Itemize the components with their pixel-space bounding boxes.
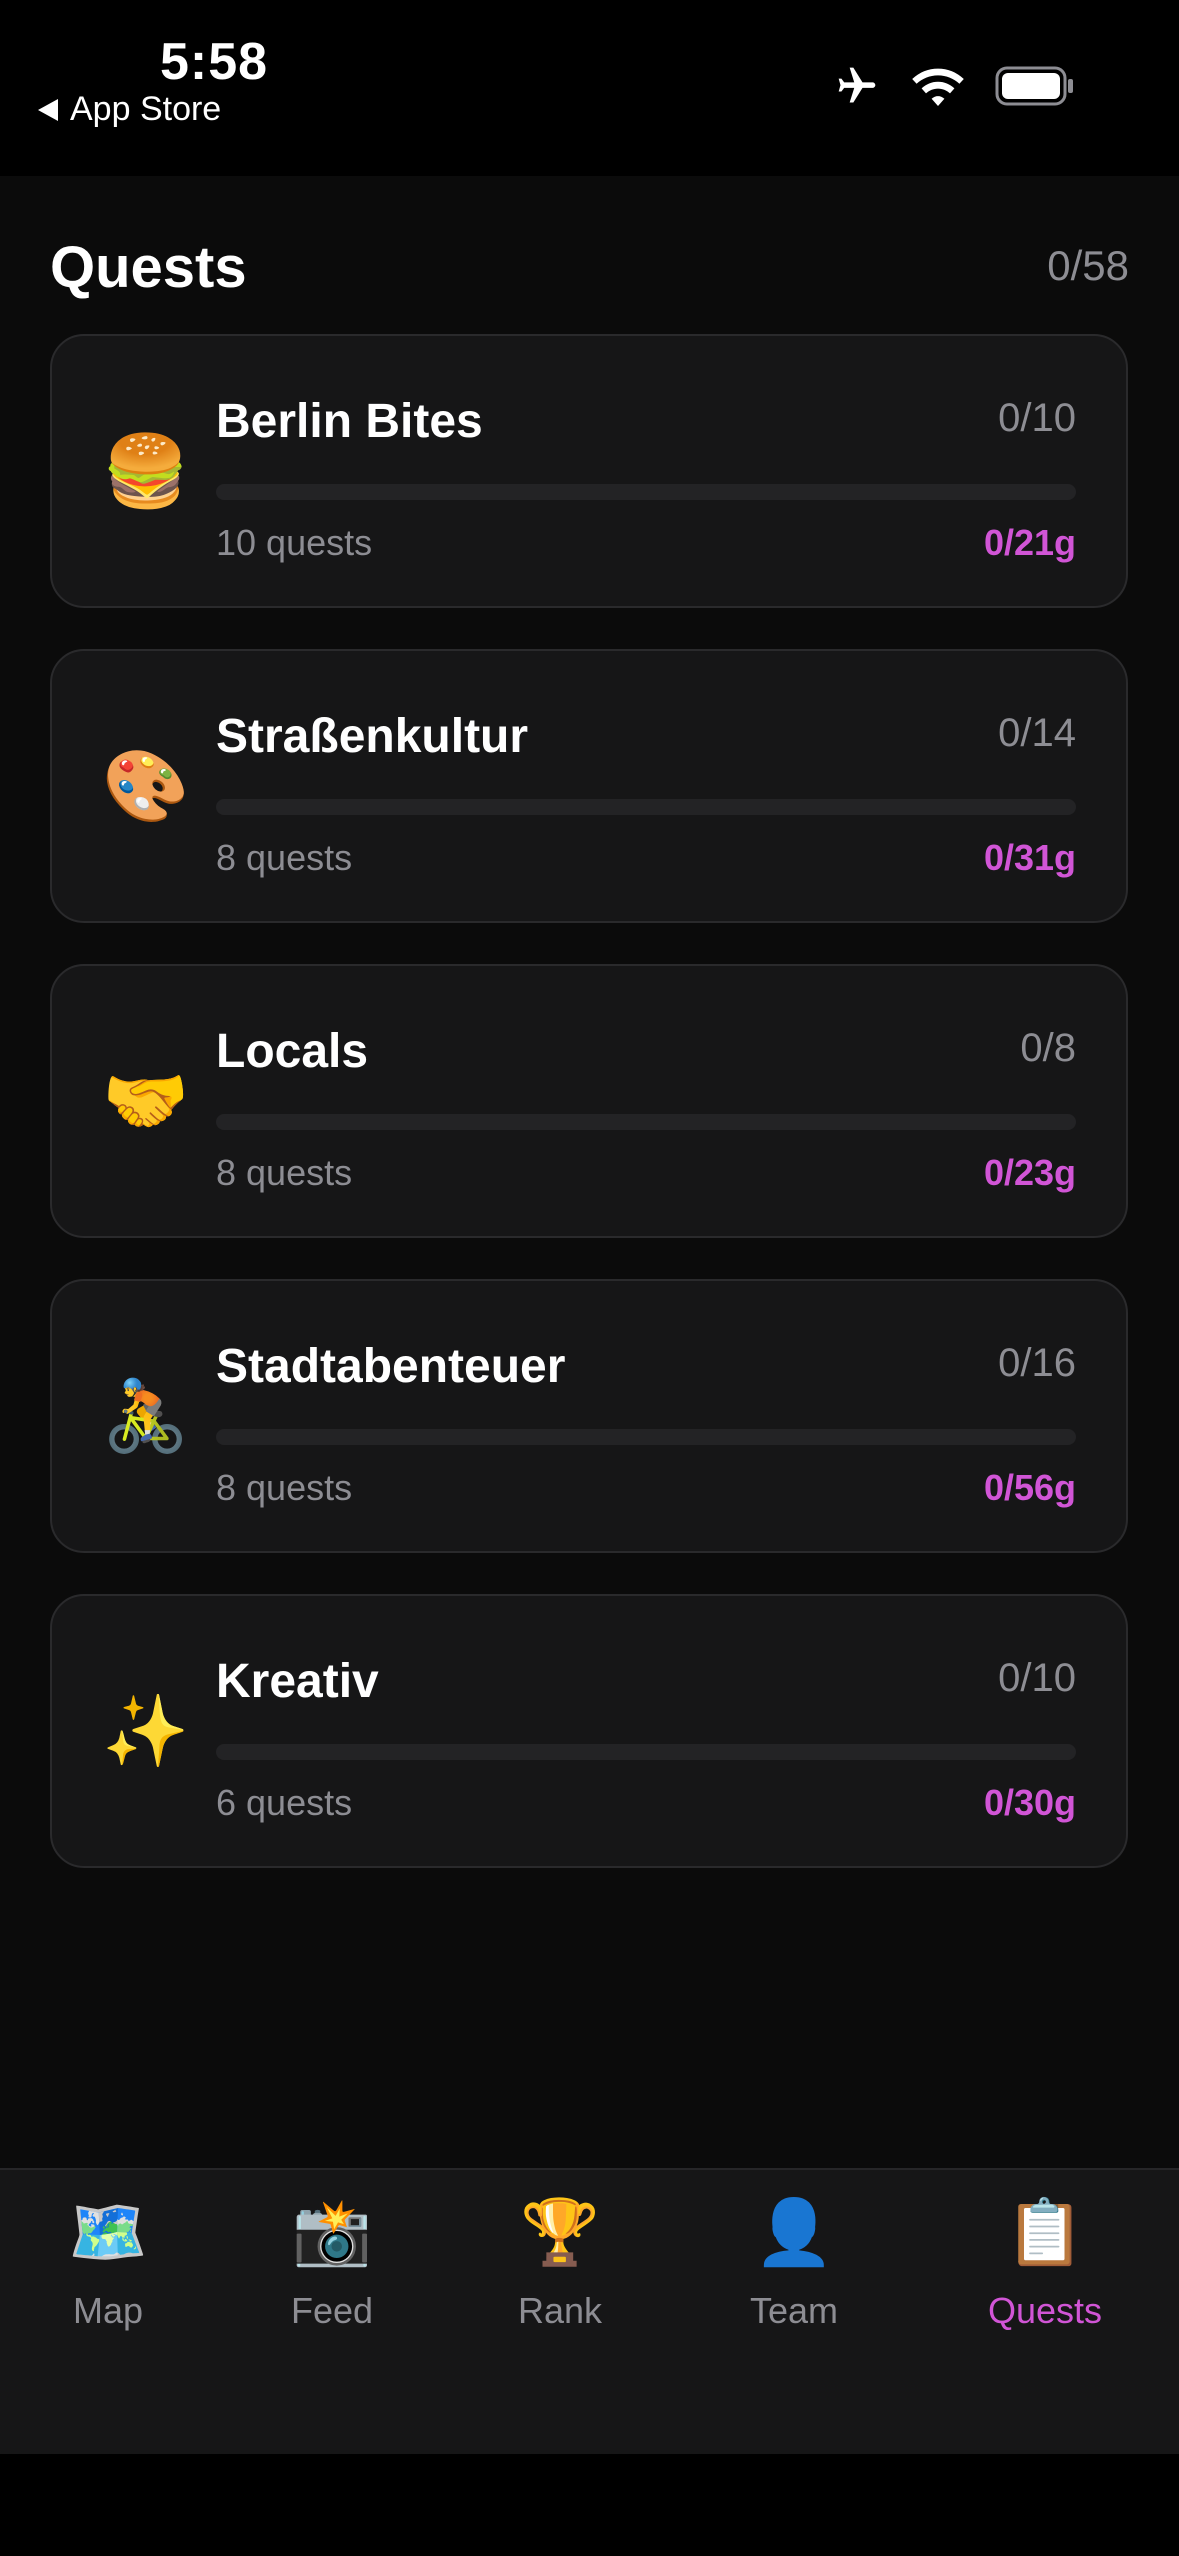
burger-icon: 🍔 bbox=[102, 432, 190, 510]
clipboard-icon: 📋 bbox=[1005, 2196, 1085, 2268]
back-to-app-store-link[interactable]: App Store bbox=[38, 90, 221, 129]
sparkles-icon: ✨ bbox=[102, 1692, 190, 1770]
tab-feed[interactable]: 📸 Feed bbox=[232, 2200, 432, 2332]
category-quest-count: 8 quests bbox=[216, 1152, 353, 1193]
camera-icon: 📸 bbox=[292, 2196, 372, 2268]
category-name: Kreativ bbox=[216, 1655, 379, 1708]
category-completion-count: 0/8 bbox=[1020, 1026, 1076, 1070]
back-arrow-icon bbox=[38, 98, 58, 121]
quests-screen: Quests 0/58 🍔 Berlin Bites 0/10 10 quest… bbox=[0, 176, 1179, 2168]
category-points: 0/30g bbox=[983, 1782, 1076, 1823]
category-completion-count: 0/14 bbox=[998, 711, 1076, 755]
battery-icon bbox=[995, 66, 1073, 106]
handshake-icon: 🤝 bbox=[102, 1062, 190, 1140]
category-progress-bar bbox=[216, 1114, 1076, 1130]
page-title: Quests bbox=[50, 235, 247, 300]
cyclist-icon: 🚴 bbox=[102, 1377, 190, 1455]
category-progress-bar bbox=[216, 1429, 1076, 1445]
category-completion-count: 0/16 bbox=[998, 1341, 1076, 1385]
tab-quests[interactable]: 📋 Quests bbox=[945, 2200, 1145, 2332]
category-points: 0/23g bbox=[983, 1152, 1076, 1193]
tab-label: Team bbox=[749, 2290, 839, 2331]
category-quest-count: 8 quests bbox=[216, 1467, 353, 1508]
quest-category-card[interactable]: ✨ Kreativ 0/10 6 quests 0/30g bbox=[50, 1594, 1128, 1868]
category-progress-bar bbox=[216, 1744, 1076, 1760]
total-progress: 0/58 bbox=[1047, 242, 1129, 289]
quest-category-card[interactable]: 🍔 Berlin Bites 0/10 10 quests 0/21g bbox=[50, 334, 1128, 608]
person-icon: 👤 bbox=[754, 2196, 834, 2268]
category-points: 0/31g bbox=[983, 837, 1076, 878]
tab-bar: 🗺️ Map 📸 Feed 🏆 Rank 👤 Team 📋 Quests bbox=[0, 2168, 1179, 2456]
tab-label: Quests bbox=[987, 2290, 1103, 2331]
category-quest-count: 10 quests bbox=[216, 522, 373, 563]
tab-team[interactable]: 👤 Team bbox=[694, 2200, 894, 2332]
wifi-icon bbox=[912, 68, 964, 106]
category-quest-count: 6 quests bbox=[216, 1782, 353, 1823]
category-completion-count: 0/10 bbox=[998, 396, 1076, 440]
quest-category-card[interactable]: 🤝 Locals 0/8 8 quests 0/23g bbox=[50, 964, 1128, 1238]
status-time: 5:58 bbox=[160, 33, 269, 91]
category-points: 0/21g bbox=[983, 522, 1076, 563]
back-link-label: App Store bbox=[70, 90, 222, 128]
airplane-icon bbox=[838, 67, 876, 103]
tab-label: Map bbox=[72, 2290, 144, 2331]
quest-category-card[interactable]: 🎨 Straßenkultur 0/14 8 quests 0/31g bbox=[50, 649, 1128, 923]
category-quest-count: 8 quests bbox=[216, 837, 353, 878]
category-points: 0/56g bbox=[983, 1467, 1076, 1508]
category-completion-count: 0/10 bbox=[998, 1656, 1076, 1700]
status-icons bbox=[833, 64, 1075, 108]
map-icon: 🗺️ bbox=[68, 2196, 148, 2268]
category-progress-bar bbox=[216, 484, 1076, 500]
category-name: Straßenkultur bbox=[216, 710, 529, 763]
tab-label: Feed bbox=[290, 2290, 374, 2331]
home-indicator-area bbox=[0, 2454, 1179, 2556]
tab-rank[interactable]: 🏆 Rank bbox=[460, 2200, 660, 2332]
category-name: Berlin Bites bbox=[216, 395, 483, 448]
trophy-icon: 🏆 bbox=[520, 2196, 600, 2268]
category-progress-bar bbox=[216, 799, 1076, 815]
palette-icon: 🎨 bbox=[102, 747, 190, 825]
tab-map[interactable]: 🗺️ Map bbox=[8, 2200, 208, 2332]
quest-category-card[interactable]: 🚴 Stadtabenteuer 0/16 8 quests 0/56g bbox=[50, 1279, 1128, 1553]
category-name: Stadtabenteuer bbox=[216, 1340, 566, 1393]
category-name: Locals bbox=[216, 1025, 369, 1078]
status-bar: 5:58 App Store bbox=[0, 0, 1179, 176]
tab-label: Rank bbox=[517, 2290, 603, 2331]
